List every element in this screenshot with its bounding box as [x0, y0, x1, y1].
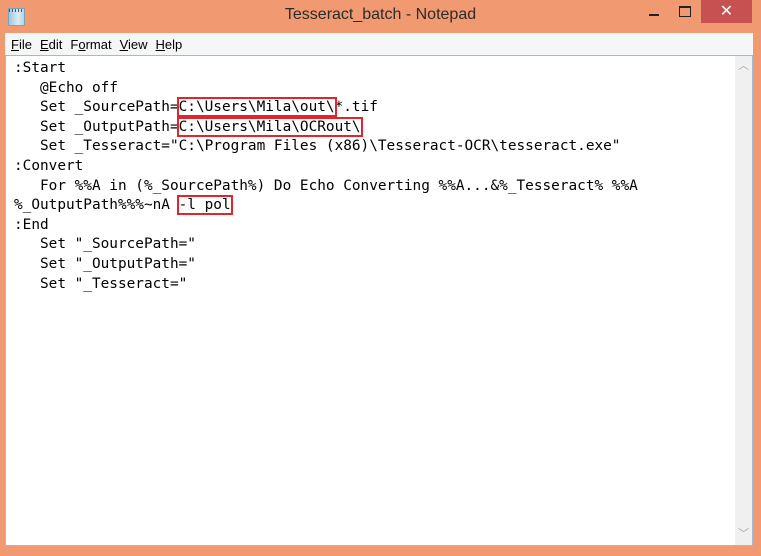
- menu-format[interactable]: Format: [70, 33, 111, 52]
- line-text: Set _Tesseract="C:\Program Files (x86)\T…: [14, 138, 621, 155]
- text-line: %_OutputPath%%%~nA -l pol: [14, 195, 734, 216]
- line-text: Set _SourcePath=: [14, 99, 179, 116]
- close-button[interactable]: ✕: [701, 0, 752, 23]
- close-icon: ✕: [719, 3, 734, 20]
- menu-file[interactable]: File: [11, 33, 32, 52]
- minimize-button[interactable]: [634, 0, 668, 23]
- text-line: Set "_Tesseract=": [14, 275, 734, 295]
- line-text: %_OutputPath%%%~nA: [14, 197, 179, 214]
- text-line: :Start: [14, 59, 734, 79]
- menu-view[interactable]: View: [120, 33, 148, 52]
- vertical-scrollbar[interactable]: ︿ ﹀: [735, 56, 752, 545]
- title-bar[interactable]: Tesseract_batch - Notepad ✕: [0, 0, 761, 33]
- line-text: Set "_Tesseract=": [14, 275, 188, 292]
- line-text: @Echo off: [14, 79, 118, 96]
- line-text: Set "_OutputPath=": [14, 255, 196, 272]
- text-line: @Echo off: [14, 79, 734, 99]
- highlighted-text: C:\Users\Mila\OCRout\: [176, 116, 363, 137]
- text-line: Set "_SourcePath=": [14, 235, 734, 255]
- line-text: For %%A in (%_SourcePath%) Do Echo Conve…: [14, 177, 638, 194]
- line-text-tail: *.tif: [334, 99, 378, 116]
- highlighted-text: -l pol: [176, 195, 233, 216]
- menu-bar: File Edit Format View Help: [5, 33, 753, 55]
- highlighted-text: C:\Users\Mila\out\: [176, 97, 337, 118]
- scroll-down-arrow-icon[interactable]: ﹀: [735, 526, 752, 543]
- text-line: For %%A in (%_SourcePath%) Do Echo Conve…: [14, 177, 734, 197]
- scroll-up-arrow-icon[interactable]: ︿: [735, 58, 752, 75]
- line-text: :Start: [14, 60, 66, 76]
- text-line: :Convert: [14, 157, 734, 177]
- text-editor[interactable]: :Start @Echo off Set _SourcePath=C:\User…: [5, 55, 753, 546]
- text-line: :End: [14, 216, 734, 236]
- document-text[interactable]: :Start @Echo off Set _SourcePath=C:\User…: [6, 56, 734, 545]
- line-text: :End: [14, 216, 49, 233]
- maximize-button[interactable]: [668, 0, 701, 23]
- line-text: :Convert: [14, 157, 84, 174]
- menu-help[interactable]: Help: [156, 33, 183, 52]
- text-line: Set "_OutputPath=": [14, 255, 734, 275]
- line-text: Set _OutputPath=: [14, 118, 179, 135]
- line-text: Set "_SourcePath=": [14, 236, 196, 253]
- notepad-window: Tesseract_batch - Notepad ✕ File Edit Form…: [0, 0, 761, 556]
- text-line: Set _Tesseract="C:\Program Files (x86)\T…: [14, 137, 734, 157]
- text-line: Set _SourcePath=C:\Users\Mila\out\*.tif: [14, 97, 734, 118]
- text-line: Set _OutputPath=C:\Users\Mila\OCRout\: [14, 116, 734, 138]
- menu-edit[interactable]: Edit: [40, 33, 62, 52]
